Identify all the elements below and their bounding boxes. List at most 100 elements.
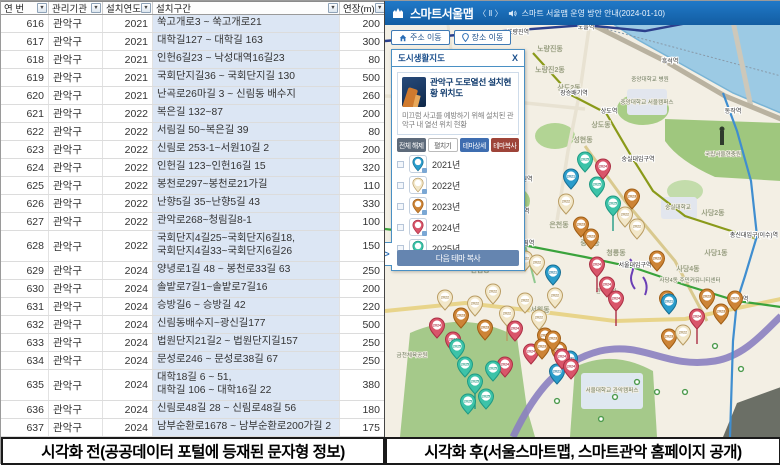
theme-button-dark[interactable]: 전체 해제	[397, 138, 426, 152]
table-cell: 관악구	[49, 15, 103, 32]
svg-text:2023: 2023	[538, 344, 546, 348]
table-cell: 신림로 253-1~서원10길 2	[153, 141, 340, 158]
table-row: 620관악구2021난곡로26마길 3 ~ 신림동 배수지260	[1, 87, 384, 105]
layer-item-2023[interactable]: 2023년	[397, 196, 519, 217]
poi-dot	[683, 390, 688, 395]
map-label: 금천체육공원	[397, 351, 428, 359]
comparison-figure: 연 번▼관리기관▼설치연도▼설치구간▼연장(m)▼ 616관악구2021쑥고개로…	[0, 0, 780, 464]
map-panel[interactable]: 노량진동노량진2동상도2동상도동성현동은천동중앙동서원동신림동사당2동사당1동사…	[385, 1, 780, 437]
table-cell: 2021	[103, 69, 153, 86]
layer-checkbox[interactable]	[397, 161, 404, 168]
table-cell: 200	[340, 141, 385, 158]
svg-text:2022: 2022	[521, 298, 529, 302]
column-header: 관리기관▼	[49, 2, 103, 14]
filter-dropdown-icon[interactable]: ▼	[91, 3, 101, 13]
panel-collapse-tab[interactable]: >	[385, 242, 392, 266]
table-cell: 관악로268~청림길8-1	[153, 213, 340, 230]
table-cell: 631	[1, 298, 49, 315]
layer-checkbox[interactable]	[397, 182, 404, 189]
map-label: 중앙대학교 서울캠퍼스	[620, 98, 673, 106]
table-cell: 250	[340, 334, 385, 351]
theme-search-bar[interactable]: 도시생활지도 X	[392, 50, 524, 67]
banner-nav-controls[interactable]: 〈 Ⅱ 〉	[478, 8, 502, 19]
table-cell: 2022	[103, 213, 153, 230]
layer-item-2021[interactable]: 2021년	[397, 154, 519, 175]
table-row: 636관악구2024신림로48길 28 ~ 신림로48길 56180	[1, 401, 384, 419]
table-cell: 봉천로297~봉천로21가길	[153, 177, 340, 194]
table-cell: 관악구	[49, 316, 103, 333]
svg-text:2022: 2022	[562, 199, 570, 203]
svg-text:2023: 2023	[628, 194, 636, 198]
table-cell: 2024	[103, 280, 153, 297]
table-cell: 200	[340, 105, 385, 122]
svg-text:2021: 2021	[549, 270, 557, 274]
theme-button-light[interactable]: 펼치기	[428, 138, 459, 152]
table-cell: 320	[340, 159, 385, 176]
table-cell: 250	[340, 262, 385, 279]
table-cell: 인헌길 123~인헌16길 15	[153, 159, 340, 176]
map-label: 서울대학교 관악캠퍼스	[585, 386, 638, 394]
table-cell: 2021	[103, 33, 153, 50]
table-cell: 남부순환로1678 ~ 남부순환로200가길 2	[153, 419, 340, 436]
poi-dot	[635, 380, 640, 385]
table-body: 616관악구2021쑥고개로3 ~ 쑥고개로21200617관악구2021대학길…	[1, 15, 384, 437]
table-cell: 2022	[103, 177, 153, 194]
table-cell: 2024	[103, 262, 153, 279]
table-cell: 솔밭로7길1~솔밭로7길16	[153, 280, 340, 297]
filter-dropdown-icon[interactable]: ▼	[37, 3, 47, 13]
place-move-button[interactable]: 장소 이동	[454, 30, 512, 45]
table-cell: 대학18길 6 ~ 51, 대학길 106 ~ 대학16길 22	[153, 370, 340, 400]
svg-text:2024: 2024	[603, 282, 612, 286]
poi-dot	[739, 367, 744, 372]
theme-button-red[interactable]: 테마복사	[491, 138, 520, 152]
table-cell: 623	[1, 141, 49, 158]
table-cell: 관악구	[49, 213, 103, 230]
theme-description: 미끄럼 사고를 예방하기 위해 설치된 관악구 내 열선 위치 현황	[402, 111, 514, 130]
table-cell: 260	[340, 87, 385, 104]
map-label: 흑석역	[662, 57, 679, 65]
theme-card[interactable]: 관악구 도로열선 설치현황 위치도 미끄럼 사고를 예방하기 위해 설치된 관악…	[397, 72, 519, 135]
table-cell: 관악구	[49, 419, 103, 436]
svg-text:2022: 2022	[535, 315, 543, 319]
table-cell: 2022	[103, 195, 153, 212]
table-cell: 200	[340, 15, 385, 32]
map-label: 총신대입구(이수)역	[730, 231, 778, 239]
theme-button-blue[interactable]: 테마상세	[460, 138, 489, 152]
table-cell: 624	[1, 159, 49, 176]
table-header-row: 연 번▼관리기관▼설치연도▼설치구간▼연장(m)▼	[1, 1, 384, 15]
map-app-header: 스마트서울맵 〈 Ⅱ 〉 스마트 서울맵 운영 방안 안내(2024-01-10…	[385, 1, 780, 25]
svg-text:2022: 2022	[679, 330, 687, 334]
svg-text:2022: 2022	[489, 289, 497, 293]
svg-text:2023: 2023	[587, 234, 595, 238]
table-row: 623관악구2022신림로 253-1~서원10길 2200	[1, 141, 384, 159]
theme-thumbnail	[402, 77, 426, 107]
table-cell: 636	[1, 401, 49, 418]
svg-text:2024: 2024	[612, 296, 621, 300]
filter-dropdown-icon[interactable]: ▼	[141, 3, 151, 13]
table-cell: 관악구	[49, 280, 103, 297]
layer-checkbox[interactable]	[397, 203, 404, 210]
filter-dropdown-icon[interactable]: ▼	[375, 3, 385, 13]
table-row: 637관악구2024남부순환로1678 ~ 남부순환로200가길 2175	[1, 419, 384, 437]
next-theme-copy-button[interactable]: 다음 테마 복사	[397, 250, 519, 266]
filter-dropdown-icon[interactable]: ▼	[328, 3, 338, 13]
banner-notice-text[interactable]: 스마트 서울맵 운영 방안 안내(2024-01-10)	[522, 8, 665, 19]
table-cell: 관악구	[49, 195, 103, 212]
column-header: 연장(m)▼	[340, 2, 385, 14]
layer-checkbox[interactable]	[397, 224, 404, 231]
svg-text:2021: 2021	[567, 174, 575, 178]
table-cell: 관악구	[49, 231, 103, 261]
theme-search-panel: 도시생활지도 X 관악구 도로열선 설치현황 위치도 미끄럼 사고를 예방하기 …	[391, 49, 525, 271]
layer-item-2024[interactable]: 2024년	[397, 217, 519, 238]
layer-item-2022[interactable]: 2022년	[397, 175, 519, 196]
table-cell: 150	[340, 231, 385, 261]
table-cell: 616	[1, 15, 49, 32]
pin-icon-2024	[409, 218, 427, 236]
svg-text:2023: 2023	[703, 294, 711, 298]
svg-text:2024: 2024	[527, 349, 536, 353]
table-row: 624관악구2022인헌길 123~인헌16길 15320	[1, 159, 384, 177]
table-cell: 617	[1, 33, 49, 50]
address-move-button[interactable]: 주소 이동	[391, 30, 450, 45]
poi-dot	[555, 399, 560, 404]
close-icon[interactable]: X	[512, 53, 518, 63]
